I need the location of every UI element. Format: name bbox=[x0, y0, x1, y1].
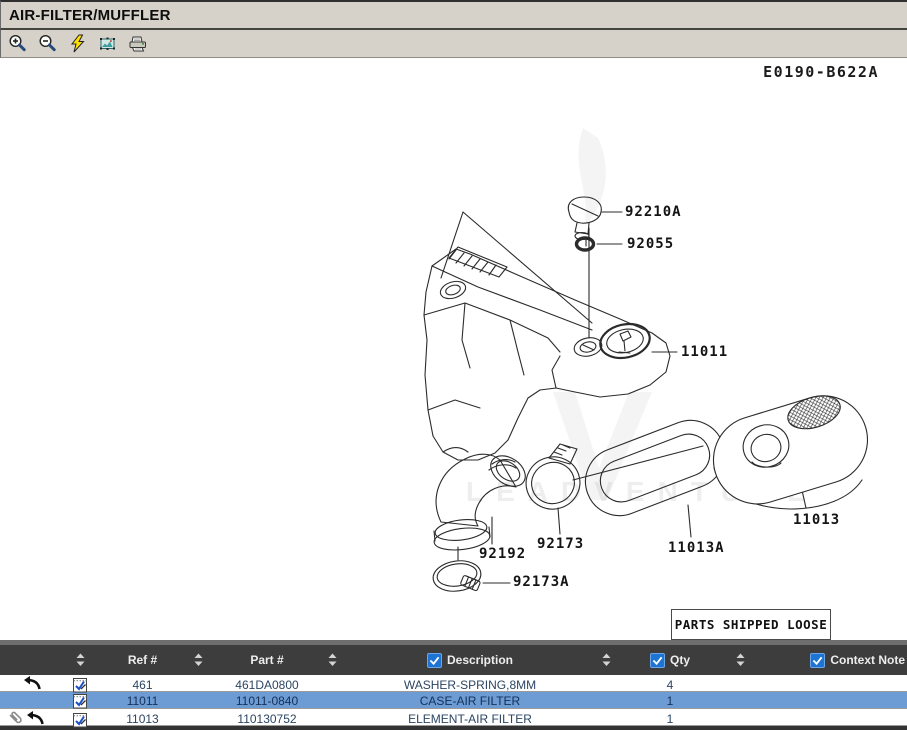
part-label-92055: 92055 bbox=[627, 236, 674, 252]
zoom-in-icon bbox=[8, 34, 27, 53]
sort-icon-part[interactable] bbox=[322, 645, 342, 675]
image-select-button[interactable] bbox=[97, 33, 118, 54]
parts-table: Ref # Part # Description bbox=[0, 640, 907, 730]
part-label-92173: 92173 bbox=[537, 536, 584, 552]
table-row[interactable]: 11013 110130752 ELEMENT-AIR FILTER 1 bbox=[0, 709, 907, 726]
table-header-row: Ref # Part # Description bbox=[0, 645, 907, 675]
table-row[interactable]: 461 461DA0800 WASHER-SPRING,8MM 4 bbox=[0, 675, 907, 692]
check-icon bbox=[652, 655, 663, 666]
doc-check-cell[interactable] bbox=[60, 709, 100, 729]
zoom-out-icon bbox=[38, 34, 57, 53]
sort-icon-description[interactable] bbox=[598, 645, 615, 675]
qty-checkbox[interactable] bbox=[650, 653, 665, 668]
lightning-icon bbox=[69, 34, 86, 53]
doc-check-icon bbox=[72, 692, 88, 709]
qty-cell: 1 bbox=[615, 692, 725, 709]
watermark-logo bbox=[553, 128, 652, 500]
doc-check-cell[interactable] bbox=[60, 692, 100, 709]
part-label-11013A: 11013A bbox=[668, 540, 725, 556]
diagram-code: E0190-B622A bbox=[763, 63, 879, 81]
part-cell: 11011-0840 bbox=[212, 692, 322, 709]
header-ref[interactable]: Ref # bbox=[100, 645, 185, 675]
row-actions bbox=[0, 692, 60, 709]
part-label-11011: 11011 bbox=[681, 344, 728, 360]
title-bar: AIR-FILTER/MUFFLER bbox=[0, 0, 907, 30]
check-icon bbox=[812, 655, 823, 666]
desc-cell: CASE-AIR FILTER bbox=[342, 692, 598, 709]
print-button[interactable] bbox=[127, 33, 148, 54]
image-select-icon bbox=[98, 36, 117, 52]
sort-icon-qty[interactable] bbox=[725, 645, 755, 675]
print-icon bbox=[128, 35, 148, 52]
parts-diagram[interactable]: LEADVENTURE bbox=[0, 0, 907, 640]
check-icon bbox=[429, 655, 440, 666]
diagram-canvas: LEADVENTURE bbox=[0, 0, 907, 640]
sort-arrows-icon bbox=[602, 653, 611, 667]
sort-arrows-icon bbox=[328, 653, 337, 667]
part-cell: 110130752 bbox=[212, 709, 322, 729]
part-label-92173A: 92173A bbox=[513, 574, 570, 590]
parts-shipped-loose-box: PARTS SHIPPED LOOSE bbox=[671, 609, 831, 640]
page-title: AIR-FILTER/MUFFLER bbox=[9, 7, 171, 24]
part-label-92210A: 92210A bbox=[625, 204, 682, 220]
sort-arrows-icon bbox=[736, 653, 745, 667]
sort-icon-ref[interactable] bbox=[185, 645, 212, 675]
description-checkbox[interactable] bbox=[427, 653, 442, 668]
doc-check-icon bbox=[72, 676, 88, 693]
header-blank bbox=[0, 645, 60, 675]
lightning-button[interactable] bbox=[67, 33, 88, 54]
paperclip-icon[interactable] bbox=[8, 709, 24, 729]
sort-arrows-icon bbox=[76, 653, 85, 667]
part-label-11013: 11013 bbox=[793, 512, 840, 528]
header-part[interactable]: Part # bbox=[212, 645, 322, 675]
header-context-note[interactable]: Context Note bbox=[755, 645, 907, 675]
reply-arrow-icon[interactable] bbox=[27, 710, 45, 729]
zoom-in-button[interactable] bbox=[7, 33, 28, 54]
doc-check-icon bbox=[72, 711, 88, 728]
zoom-out-button[interactable] bbox=[37, 33, 58, 54]
part-oring-92055 bbox=[577, 238, 594, 250]
qty-cell: 1 bbox=[615, 709, 725, 729]
context-note-checkbox[interactable] bbox=[810, 653, 825, 668]
ref-cell: 11013 bbox=[100, 709, 185, 729]
sort-arrows-icon bbox=[194, 653, 203, 667]
note-cell bbox=[755, 709, 907, 729]
sort-icon-select[interactable] bbox=[60, 645, 100, 675]
header-qty[interactable]: Qty bbox=[615, 645, 725, 675]
header-description[interactable]: Description bbox=[342, 645, 598, 675]
part-clamp-92173A bbox=[431, 558, 483, 594]
ref-cell: 11011 bbox=[100, 692, 185, 709]
toolbar bbox=[0, 30, 907, 58]
note-cell bbox=[755, 692, 907, 709]
row-actions bbox=[0, 709, 60, 729]
desc-cell: ELEMENT-AIR FILTER bbox=[342, 709, 598, 729]
table-row-selected[interactable]: 11011 11011-0840 CASE-AIR FILTER 1 bbox=[0, 692, 907, 709]
part-label-92192: 92192 bbox=[479, 546, 526, 562]
